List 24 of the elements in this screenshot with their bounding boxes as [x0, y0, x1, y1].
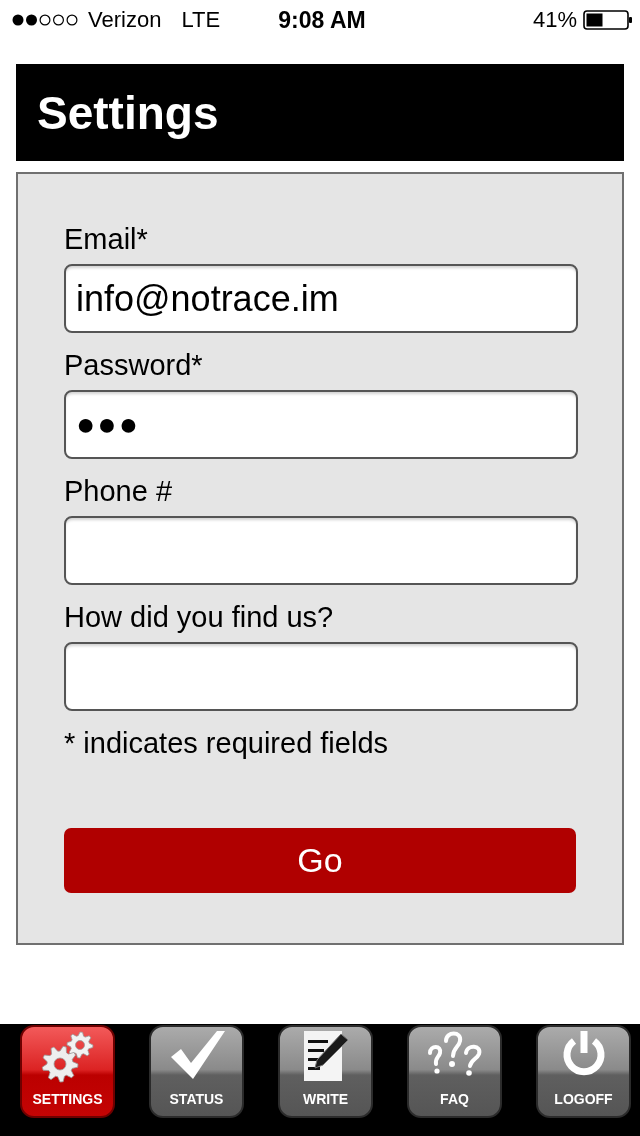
field-label: Password* — [64, 348, 204, 382]
tab-button[interactable]: STATUS — [149, 1025, 244, 1118]
clock-time: 9:08 AM — [278, 6, 366, 34]
field-label: How did you find us? — [64, 600, 335, 634]
page-title: Settings — [37, 85, 219, 140]
field-label: Phone # — [64, 474, 174, 508]
go-button[interactable]: Go — [64, 828, 576, 893]
network-type: LTE — [181, 7, 221, 33]
battery-icon — [583, 10, 632, 30]
text-field[interactable] — [64, 642, 578, 711]
password-field[interactable]: ●●● — [64, 390, 578, 459]
tab-button[interactable]: SETTINGS — [20, 1025, 115, 1118]
text-field[interactable]: info@notrace.im — [64, 264, 578, 333]
signal-strength-icon — [12, 14, 78, 26]
battery-percentage: 41% — [532, 7, 577, 33]
power-icon — [561, 1031, 606, 1077]
text-field[interactable] — [64, 516, 578, 585]
tab-button[interactable]: WRITE — [278, 1025, 373, 1118]
tab-button[interactable]: LOGOFF — [536, 1025, 631, 1118]
carrier-name: Verizon — [88, 7, 162, 33]
question-marks-icon — [425, 1031, 484, 1079]
required-fields-note: * indicates required fields — [64, 726, 388, 760]
field-label: Email* — [64, 222, 149, 256]
tab-button[interactable]: FAQ — [407, 1025, 502, 1118]
